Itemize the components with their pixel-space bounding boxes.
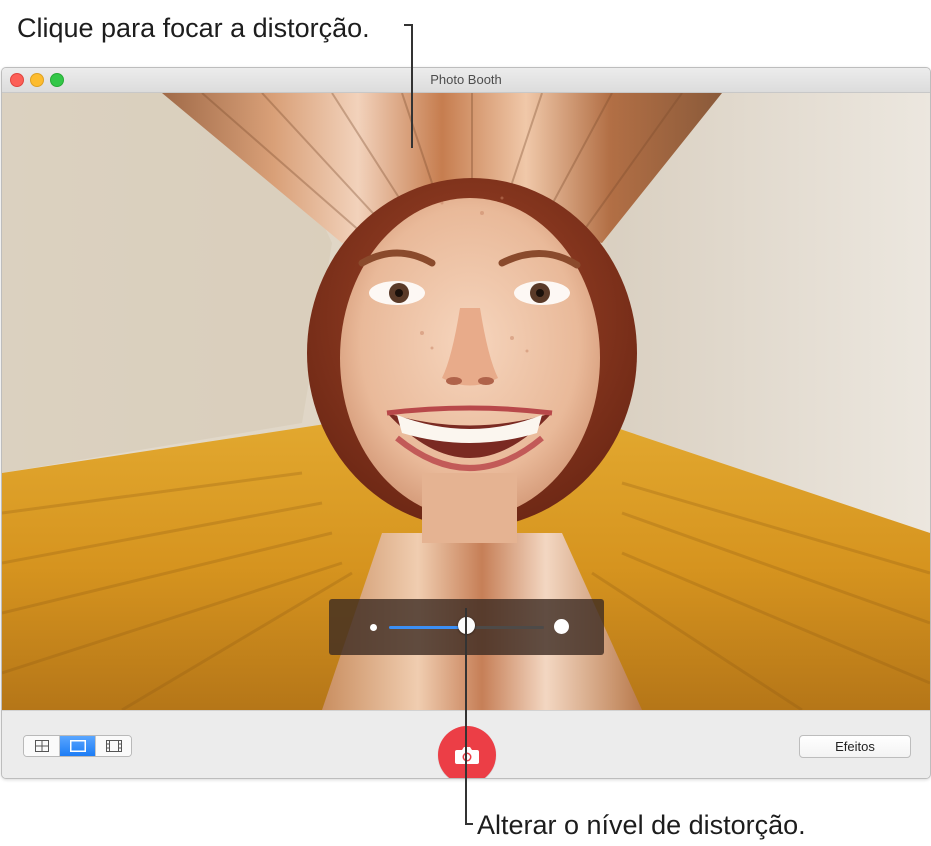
four-photos-button[interactable] bbox=[24, 736, 60, 756]
distortion-slider-fill bbox=[389, 626, 467, 629]
title-bar[interactable]: Photo Booth bbox=[2, 68, 930, 93]
callout-leader-bottom bbox=[465, 608, 467, 824]
single-photo-icon bbox=[69, 740, 86, 752]
maximum-distortion-icon bbox=[554, 619, 569, 634]
page: Clique para focar a distorção. Photo Boo… bbox=[0, 0, 931, 846]
distortion-slider-panel bbox=[329, 599, 604, 655]
callout-leader-tick bbox=[465, 823, 473, 825]
callout-change-distortion: Alterar o nível de distorção. bbox=[477, 810, 806, 840]
video-clip-button[interactable] bbox=[96, 736, 131, 756]
window-title: Photo Booth bbox=[430, 72, 502, 87]
distortion-slider-knob[interactable] bbox=[458, 617, 475, 634]
take-photo-button[interactable] bbox=[438, 726, 496, 778]
grid-of-four-icon bbox=[34, 740, 49, 752]
video-clip-icon bbox=[105, 740, 122, 752]
layout-mode-selector bbox=[23, 735, 132, 757]
single-photo-button[interactable] bbox=[60, 736, 96, 756]
callout-leader-top bbox=[411, 24, 413, 148]
effects-button[interactable]: Efeitos bbox=[799, 735, 911, 758]
callout-focus-distortion: Clique para focar a distorção. bbox=[17, 13, 370, 43]
camera-icon bbox=[455, 747, 479, 764]
minimum-distortion-icon bbox=[370, 624, 377, 631]
